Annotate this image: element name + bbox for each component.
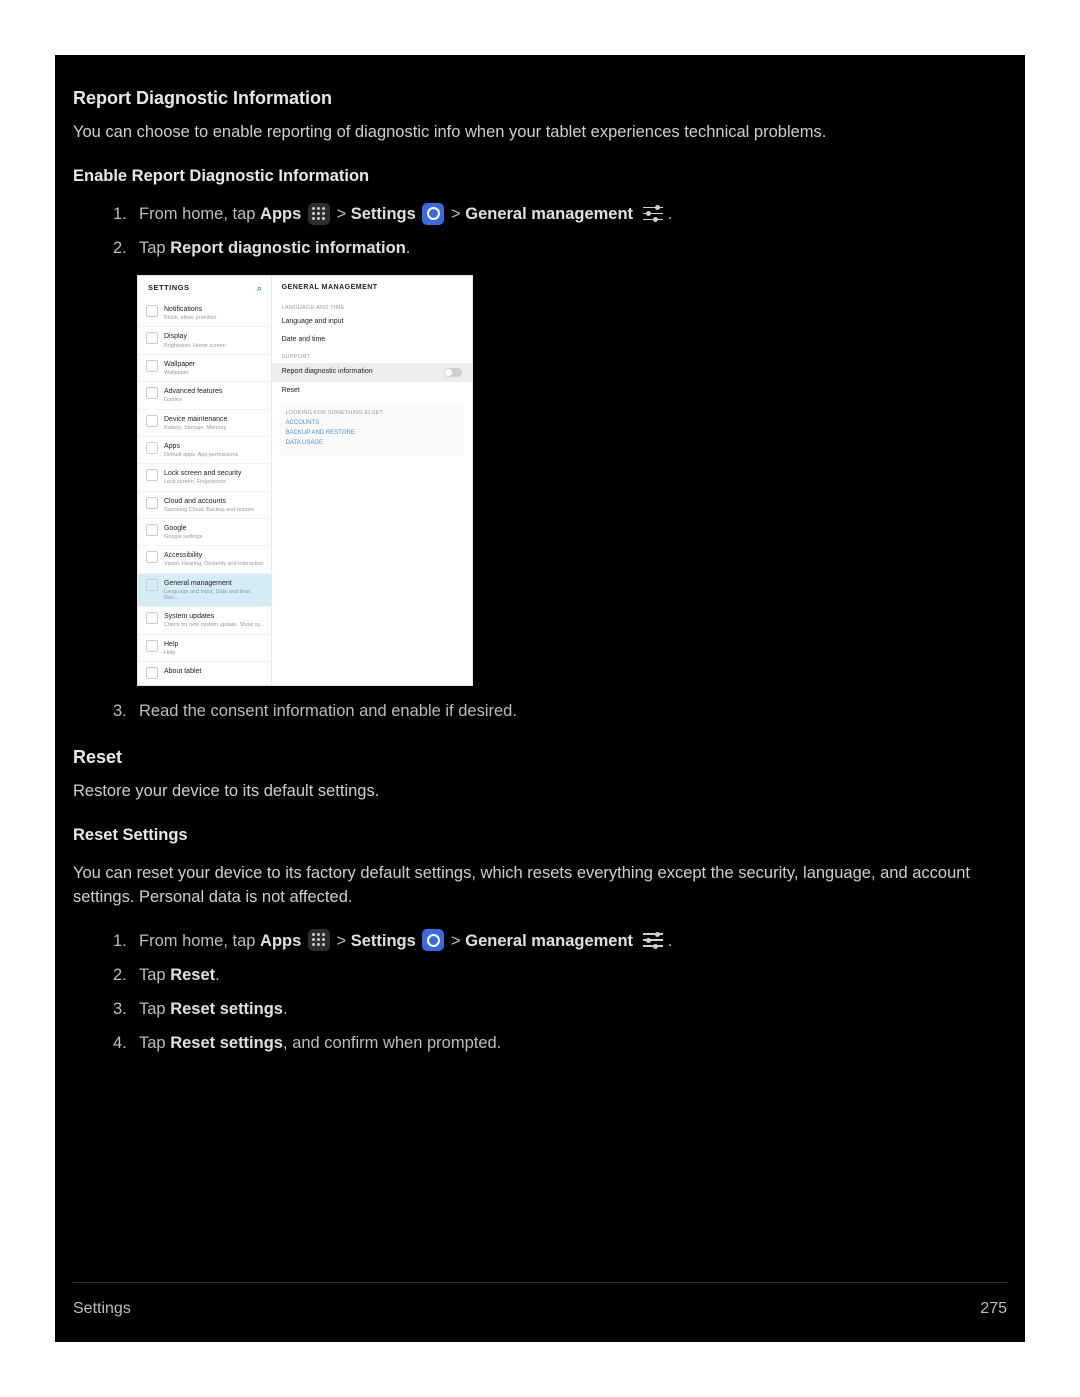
- steps-list-1b: 3. Read the consent information and enab…: [73, 700, 1007, 724]
- step-text: Tap Reset settings.: [139, 998, 1007, 1022]
- intro-text-3: You can reset your device to its factory…: [73, 862, 1007, 910]
- settings-icon: [422, 203, 444, 225]
- screenshot-sidebar-item: System updatesCheck for new system updat…: [138, 607, 271, 634]
- section-title-reset: Reset: [73, 744, 1007, 770]
- step-number: 3.: [113, 998, 139, 1022]
- step-number: 1.: [113, 203, 139, 227]
- screenshot-sidebar-item: About tablet: [138, 662, 271, 685]
- step-text: From home, tap Apps > Settings > General…: [139, 203, 1007, 227]
- screenshot-sidebar-item: DisplayBrightness, Home screen: [138, 327, 271, 354]
- screenshot-item: Date and time: [272, 331, 472, 349]
- general-management-icon: [640, 929, 666, 951]
- screenshot-sidebar-item: Device maintenanceBattery, Storage, Memo…: [138, 410, 271, 437]
- footer-page-number: 275: [980, 1297, 1007, 1320]
- general-management-icon: [640, 203, 666, 225]
- screenshot-settings-header: SETTINGS: [148, 284, 190, 293]
- toggle-icon: [444, 368, 462, 377]
- step-text: From home, tap Apps > Settings > General…: [139, 930, 1007, 954]
- screenshot-category: SUPPORT: [272, 349, 472, 362]
- step-text: Tap Reset settings, and confirm when pro…: [139, 1032, 1007, 1056]
- screenshot-sidebar-item: HelpHelp: [138, 635, 271, 662]
- step-text: Tap Report diagnostic information.: [139, 237, 1007, 261]
- section-title-diagnostic: Report Diagnostic Information: [73, 85, 1007, 111]
- screenshot-category: LANGUAGE AND TIME: [272, 300, 472, 313]
- settings-screenshot: SETTINGS ⌕ NotificationsBlock, allow, pr…: [137, 275, 473, 686]
- step-number: 4.: [113, 1032, 139, 1056]
- screenshot-sidebar-item: AccessibilityVision, Hearing, Dexterity …: [138, 546, 271, 573]
- screenshot-sidebar-item: Lock screen and securityLock screen, Fin…: [138, 464, 271, 491]
- screenshot-sidebar-item: GoogleGoogle settings: [138, 519, 271, 546]
- footer-section-name: Settings: [73, 1297, 131, 1320]
- intro-text-2: Restore your device to its default setti…: [73, 780, 1007, 804]
- step-number: 2.: [113, 237, 139, 261]
- apps-icon: [308, 929, 330, 951]
- screenshot-item: Language and input: [272, 313, 472, 331]
- subtitle-enable-report: Enable Report Diagnostic Information: [73, 165, 1007, 189]
- screenshot-item: Reset: [272, 382, 472, 400]
- screenshot-item-highlighted: Report diagnostic information: [272, 363, 472, 382]
- screenshot-sidebar-item: WallpaperWallpaper: [138, 355, 271, 382]
- search-icon: ⌕: [257, 283, 263, 293]
- steps-list-2: 1. From home, tap Apps > Settings > Gene…: [73, 930, 1007, 1056]
- step-text: Tap Reset.: [139, 964, 1007, 988]
- screenshot-sidebar-item: Advanced featuresGames: [138, 382, 271, 409]
- screenshot-sidebar: SETTINGS ⌕ NotificationsBlock, allow, pr…: [138, 276, 272, 685]
- screenshot-sidebar-item: AppsDefault apps, App permissions: [138, 437, 271, 464]
- screenshot-sidebar-item: General managementLanguage and input, Da…: [138, 574, 271, 608]
- intro-text-1: You can choose to enable reporting of di…: [73, 121, 1007, 145]
- settings-icon: [422, 929, 444, 951]
- screenshot-right-header: GENERAL MANAGEMENT: [272, 276, 472, 300]
- steps-list-1: 1. From home, tap Apps > Settings > Gene…: [73, 203, 1007, 261]
- screenshot-sidebar-item: Cloud and accountsSamsung Cloud, Backup …: [138, 492, 271, 519]
- step-number: 2.: [113, 964, 139, 988]
- step-text: Read the consent information and enable …: [139, 700, 1007, 724]
- screenshot-content: GENERAL MANAGEMENT LANGUAGE AND TIME Lan…: [272, 276, 472, 685]
- subtitle-reset-settings: Reset Settings: [73, 824, 1007, 848]
- page-footer: Settings 275: [73, 1282, 1007, 1320]
- step-number: 3.: [113, 700, 139, 724]
- screenshot-links-box: LOOKING FOR SOMETHING ELSE? ACCOUNTS BAC…: [280, 404, 464, 456]
- screenshot-sidebar-item: NotificationsBlock, allow, prioritize: [138, 300, 271, 327]
- apps-icon: [308, 203, 330, 225]
- page: Report Diagnostic Information You can ch…: [55, 55, 1025, 1342]
- step-number: 1.: [113, 930, 139, 954]
